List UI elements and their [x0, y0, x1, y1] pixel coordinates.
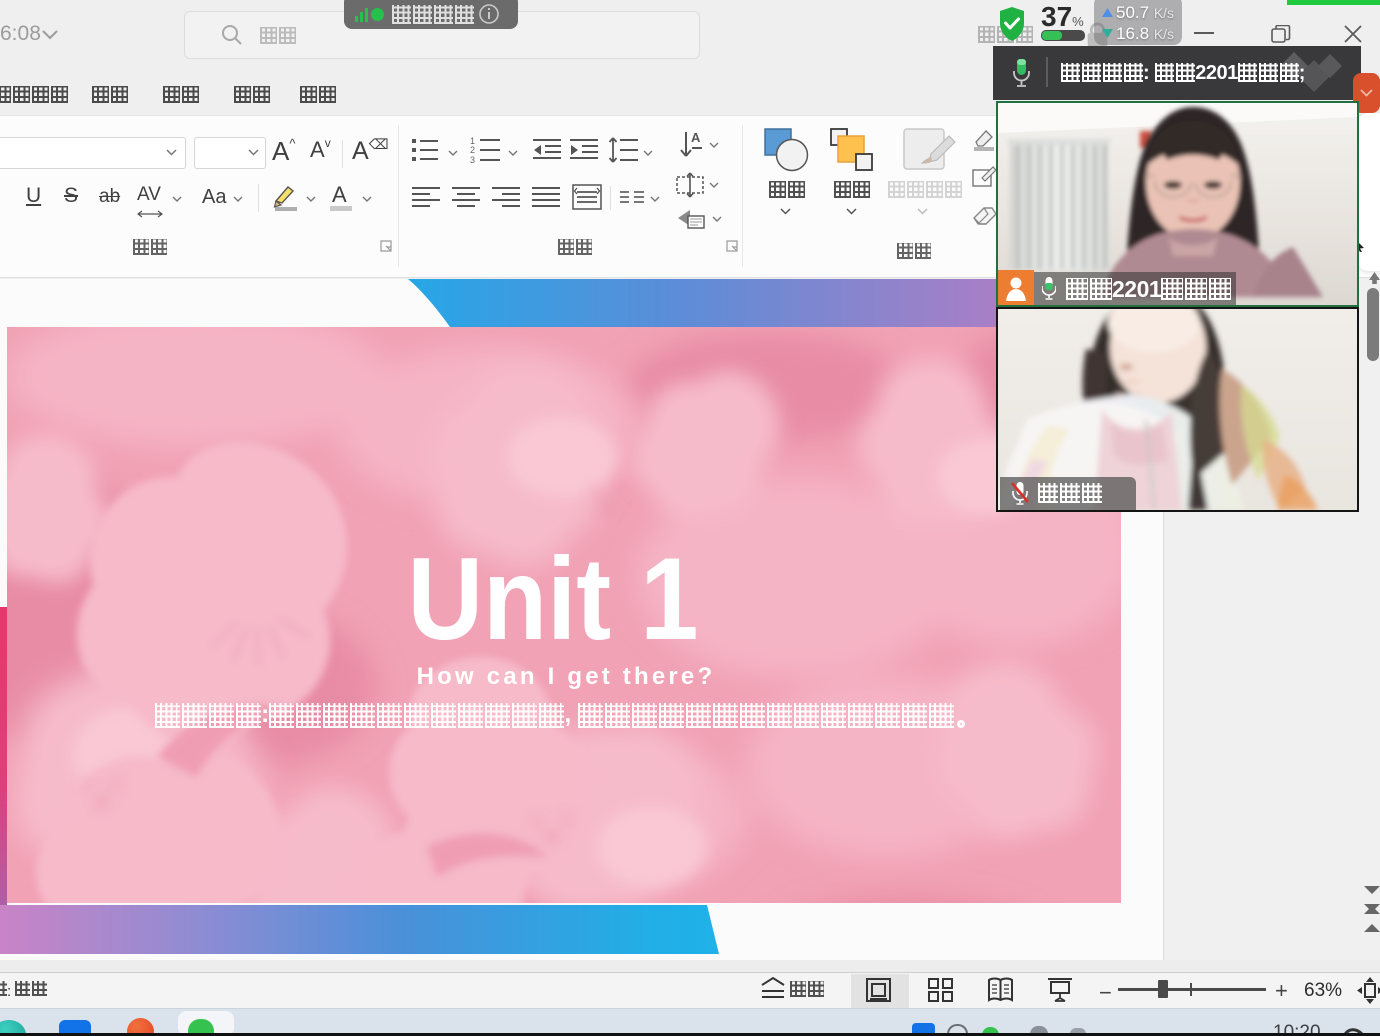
svg-text:A: A	[691, 130, 701, 145]
svg-text:2: 2	[470, 145, 475, 155]
svg-text:3: 3	[470, 155, 475, 164]
